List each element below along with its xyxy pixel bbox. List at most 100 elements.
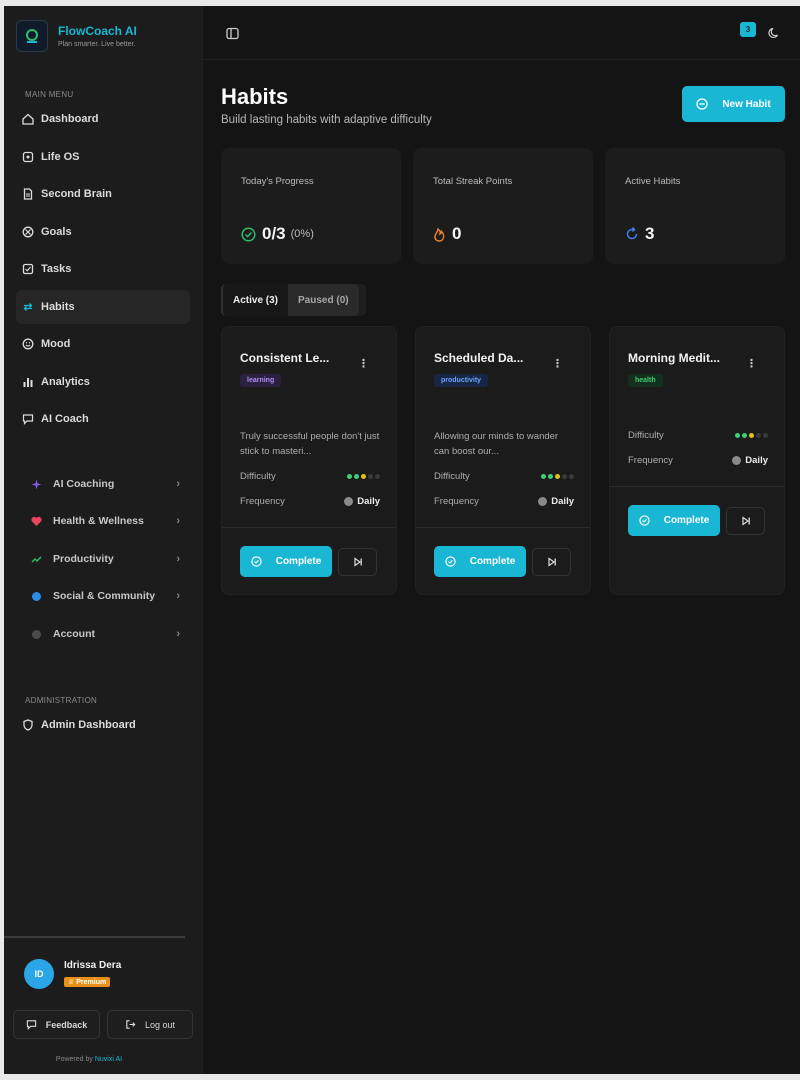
brand-logo xyxy=(16,20,48,52)
powered-by-link[interactable]: Nuvixi AI xyxy=(95,1056,122,1063)
skip-forward-icon xyxy=(741,516,750,526)
sidebar-item-analytics[interactable]: Analytics xyxy=(16,365,190,399)
flame-icon xyxy=(434,227,445,242)
clock-icon xyxy=(344,497,354,506)
sidebar-group-label: AI Coaching xyxy=(53,478,115,490)
sidebar-item-tasks[interactable]: Tasks xyxy=(16,252,190,286)
habit-card[interactable]: Consistent Le... ⋮ learning Truly succes… xyxy=(221,326,397,595)
administration-label: ADMINISTRATION xyxy=(25,696,98,705)
grid-icon xyxy=(22,151,34,163)
complete-label: Complete xyxy=(469,556,516,567)
sidebar-toggle-icon[interactable] xyxy=(225,26,239,40)
habit-card[interactable]: Morning Medit... ⋮ health Difficulty Fre… xyxy=(609,326,785,595)
sidebar-item-label: AI Coach xyxy=(41,413,89,425)
complete-button[interactable]: Complete xyxy=(628,505,720,536)
complete-button[interactable]: Complete xyxy=(434,546,526,577)
sidebar-group-health-wellness[interactable]: Health & Wellness › xyxy=(30,506,180,536)
stat-active-habits: Active Habits 3 xyxy=(605,148,785,264)
gear-icon xyxy=(30,628,42,640)
habit-tabs: Active (3) Paused (0) xyxy=(221,284,366,316)
stat-value: 3 xyxy=(645,224,655,243)
bar-chart-icon xyxy=(23,378,33,387)
user-name: Idrissa Dera xyxy=(64,959,122,971)
chat-icon xyxy=(22,414,34,425)
more-vertical-icon[interactable]: ⋮ xyxy=(358,357,369,370)
tab-paused[interactable]: Paused (0) xyxy=(288,284,359,316)
stat-label: Total Streak Points xyxy=(433,176,513,187)
stat-percent: (0%) xyxy=(290,228,314,240)
sidebar-item-mood[interactable]: Mood xyxy=(16,327,190,361)
frequency-value: Daily xyxy=(745,455,768,466)
chat-icon xyxy=(26,1020,36,1030)
chevron-right-icon: › xyxy=(176,628,180,640)
sidebar: FlowCoach AI Plan smarter. Live better. … xyxy=(4,6,203,1074)
difficulty-label: Difficulty xyxy=(628,430,664,441)
clock-icon xyxy=(732,456,742,465)
skip-forward-icon xyxy=(353,557,362,567)
more-vertical-icon[interactable]: ⋮ xyxy=(746,357,757,370)
sidebar-item-label: Second Brain xyxy=(41,188,112,200)
clock-icon xyxy=(538,497,548,506)
difficulty-label: Difficulty xyxy=(240,471,276,482)
habit-tag: learning xyxy=(240,374,282,387)
premium-badge: ♕ Premium xyxy=(64,976,111,987)
skip-button[interactable] xyxy=(726,507,765,535)
sidebar-group-label: Account xyxy=(53,628,95,640)
sidebar-item-dashboard[interactable]: Dashboard xyxy=(16,102,190,136)
moon-icon[interactable] xyxy=(767,26,780,39)
sidebar-item-life-os[interactable]: Life OS xyxy=(16,140,190,174)
habit-title: Morning Medit... xyxy=(628,351,720,365)
sidebar-group-ai-coaching[interactable]: AI Coaching › xyxy=(30,469,180,499)
logout-button[interactable]: Log out xyxy=(107,1010,193,1039)
skip-button[interactable] xyxy=(532,548,571,576)
page-title: Habits xyxy=(221,84,289,109)
checkbox-icon xyxy=(22,263,34,275)
sidebar-group-productivity[interactable]: Productivity › xyxy=(30,544,180,574)
habit-card[interactable]: Scheduled Da... ⋮ productivity Allowing … xyxy=(415,326,591,595)
check-circle-icon xyxy=(639,515,650,526)
habit-title: Consistent Le... xyxy=(240,351,330,365)
chevron-right-icon: › xyxy=(176,478,180,490)
tab-active[interactable]: Active (3) xyxy=(221,284,289,316)
more-vertical-icon[interactable]: ⋮ xyxy=(552,357,563,370)
divider xyxy=(222,527,396,528)
frequency-row: Frequency Daily xyxy=(434,496,574,507)
document-icon xyxy=(23,188,33,200)
sidebar-item-ai-coach[interactable]: AI Coach xyxy=(16,402,190,436)
repeat-icon xyxy=(23,303,33,311)
globe-icon xyxy=(30,590,42,602)
user-card[interactable]: ID Idrissa Dera ♕ Premium xyxy=(24,959,121,989)
difficulty-dots xyxy=(539,474,574,479)
check-circle-icon xyxy=(445,556,456,567)
stat-streak-points: Total Streak Points 0 xyxy=(413,148,593,264)
avatar: ID xyxy=(24,959,54,989)
difficulty-dots xyxy=(345,474,380,479)
chevron-right-icon: › xyxy=(176,590,180,602)
stat-value: 0/3 xyxy=(262,224,286,243)
feedback-button[interactable]: Feedback xyxy=(13,1010,100,1039)
new-habit-button[interactable]: New Habit xyxy=(682,86,785,122)
sidebar-item-habits[interactable]: Habits xyxy=(16,290,190,324)
complete-button[interactable]: Complete xyxy=(240,546,332,577)
complete-label: Complete xyxy=(663,515,710,526)
sidebar-item-second-brain[interactable]: Second Brain xyxy=(16,177,190,211)
difficulty-dots xyxy=(733,433,768,438)
sidebar-item-admin-dashboard[interactable]: Admin Dashboard xyxy=(16,708,190,742)
stat-today-progress: Today's Progress 0/3 (0%) xyxy=(221,148,401,264)
brand[interactable]: FlowCoach AI Plan smarter. Live better. xyxy=(16,20,137,52)
heart-icon xyxy=(30,515,42,527)
sidebar-item-goals[interactable]: Goals xyxy=(16,215,190,249)
sidebar-group-social-community[interactable]: Social & Community › xyxy=(30,581,180,611)
logo-icon xyxy=(26,29,38,43)
sidebar-item-label: Dashboard xyxy=(41,113,99,125)
habit-title: Scheduled Da... xyxy=(434,351,524,365)
complete-label: Complete xyxy=(275,556,322,567)
refresh-icon xyxy=(626,227,638,240)
notification-badge[interactable]: 3 xyxy=(740,22,756,37)
sidebar-group-account[interactable]: Account › xyxy=(30,619,180,649)
page-subtitle: Build lasting habits with adaptive diffi… xyxy=(221,114,432,126)
target-icon xyxy=(22,226,34,238)
sidebar-item-label: Habits xyxy=(41,301,75,313)
topbar xyxy=(203,6,800,60)
skip-button[interactable] xyxy=(338,548,377,576)
